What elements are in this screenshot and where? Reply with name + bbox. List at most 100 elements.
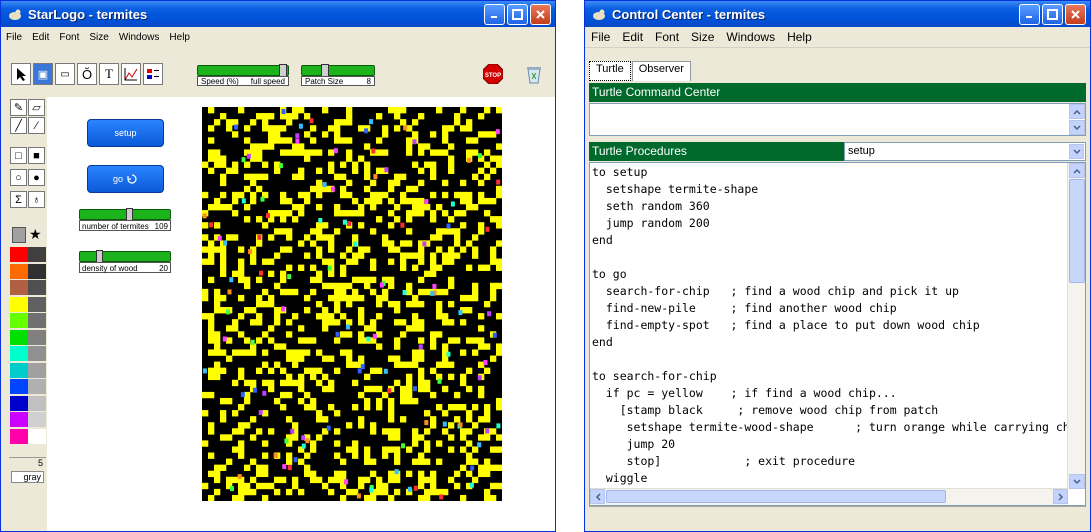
scroll-down-button[interactable] — [1069, 120, 1085, 135]
bar-graph-tool[interactable] — [143, 63, 163, 85]
line-tool[interactable]: ╱ — [10, 117, 27, 134]
wood-chip — [448, 228, 455, 235]
oval-outline-tool[interactable]: ○ — [10, 169, 27, 186]
scroll-left-button[interactable] — [590, 489, 605, 504]
palette-swatch[interactable] — [28, 412, 46, 427]
window-title: StarLogo - termites — [28, 6, 148, 22]
palette-swatch[interactable] — [10, 412, 28, 427]
wood-chip — [496, 143, 502, 150]
palette-swatch[interactable] — [28, 313, 46, 328]
graph-tool[interactable] — [121, 63, 141, 85]
palette-swatch[interactable] — [28, 379, 46, 394]
scroll-up-button[interactable] — [1069, 163, 1085, 178]
stop-button[interactable]: STOP — [483, 64, 503, 84]
rect-fill-tool[interactable]: ■ — [28, 147, 45, 164]
turtle-shape-icon[interactable]: ★ — [29, 226, 42, 243]
menu-windows[interactable]: Windows — [114, 32, 165, 43]
menu-file[interactable]: File — [1, 32, 27, 43]
patch-size-slider[interactable]: Patch Size 8 — [301, 64, 375, 86]
palette-swatch[interactable] — [28, 362, 46, 378]
menu-size[interactable]: Size — [84, 32, 113, 43]
dropdown-button[interactable] — [1069, 144, 1084, 159]
palette-swatch[interactable] — [10, 329, 28, 345]
scroll-up-button[interactable] — [1069, 104, 1085, 119]
wood-chip — [346, 355, 353, 362]
procedure-select[interactable]: setup — [844, 142, 1086, 161]
command-input[interactable] — [589, 103, 1086, 136]
termite — [432, 283, 437, 289]
menu-windows[interactable]: Windows — [720, 30, 781, 44]
oval-fill-tool[interactable]: ● — [28, 169, 45, 186]
starlogo-titlebar[interactable]: StarLogo - termites — [1, 1, 555, 27]
menu-size[interactable]: Size — [685, 30, 720, 44]
vertical-scroll-thumb[interactable] — [1069, 179, 1085, 283]
wood-chip — [472, 246, 479, 253]
procedures-code[interactable]: to setup setshape termite-shape seth ran… — [592, 164, 1067, 489]
palette-swatch[interactable] — [10, 428, 28, 444]
go-button[interactable]: go — [87, 165, 164, 193]
horizontal-scrollbar[interactable] — [590, 488, 1068, 505]
stamp-tool[interactable]: Σ — [10, 191, 27, 208]
procedures-editor[interactable]: to setup setshape termite-shape seth ran… — [589, 162, 1086, 506]
palette-swatch[interactable] — [10, 280, 28, 295]
pointer-tool[interactable] — [11, 63, 31, 85]
slider-tool[interactable]: ▭ — [55, 63, 75, 85]
palette-swatch[interactable] — [10, 346, 28, 361]
palette-swatch[interactable] — [28, 346, 46, 361]
palette-swatch[interactable] — [28, 280, 46, 295]
menu-file[interactable]: File — [585, 30, 616, 44]
palette-swatch[interactable] — [28, 247, 46, 262]
fill-tool[interactable]: ♁ — [28, 191, 45, 208]
palette-swatch[interactable] — [10, 362, 28, 378]
termites-slider[interactable]: number of termites 109 — [79, 208, 171, 231]
wood-chip — [436, 313, 443, 320]
palette-swatch[interactable] — [10, 296, 28, 312]
turtle-tool[interactable]: ▣ — [33, 63, 53, 85]
minimize-button[interactable] — [484, 3, 505, 25]
menu-edit[interactable]: Edit — [616, 30, 649, 44]
menu-help[interactable]: Help — [164, 32, 195, 43]
horizontal-scroll-thumb[interactable] — [606, 490, 946, 503]
maximize-button[interactable] — [507, 3, 528, 25]
vertical-scrollbar[interactable] — [1067, 163, 1085, 489]
menu-font[interactable]: Font — [54, 32, 84, 43]
density-slider[interactable]: density of wood 20 — [79, 250, 171, 273]
text-tool[interactable]: T — [99, 63, 119, 85]
menu-help[interactable]: Help — [781, 30, 818, 44]
palette-swatch[interactable] — [10, 263, 28, 279]
termite — [477, 442, 482, 448]
control-center-titlebar[interactable]: Control Center - termites — [585, 1, 1090, 27]
eraser-tool[interactable]: ▱ — [28, 99, 45, 116]
pen-tool[interactable]: ✎ — [10, 99, 27, 116]
menu-font[interactable]: Font — [649, 30, 685, 44]
rect-outline-tool[interactable]: □ — [10, 147, 27, 164]
tab-observer[interactable]: Observer — [631, 61, 691, 81]
monitor-tool[interactable]: Ŏ — [77, 63, 97, 85]
setup-button[interactable]: setup — [87, 119, 164, 147]
palette-swatch[interactable] — [10, 247, 28, 262]
termite — [412, 139, 417, 145]
scroll-right-button[interactable] — [1053, 489, 1068, 504]
close-button[interactable] — [530, 3, 551, 25]
palette-swatch[interactable] — [28, 263, 46, 279]
close-button[interactable] — [1065, 3, 1086, 25]
palette-swatch[interactable] — [28, 296, 46, 312]
trash-icon[interactable] — [525, 64, 543, 84]
wood-chip — [394, 246, 401, 253]
palette-swatch[interactable] — [28, 329, 46, 345]
maximize-button[interactable] — [1042, 3, 1063, 25]
scroll-down-button[interactable] — [1069, 474, 1085, 489]
minimize-button[interactable] — [1019, 3, 1040, 25]
palette-swatch[interactable] — [28, 395, 46, 411]
eyedropper-tool[interactable]: ⁄ — [28, 117, 45, 134]
menu-edit[interactable]: Edit — [27, 32, 54, 43]
termite-world-view[interactable] — [202, 107, 502, 501]
palette-swatch[interactable] — [10, 379, 28, 394]
palette-swatch[interactable] — [10, 313, 28, 328]
palette-swatch[interactable] — [28, 428, 46, 444]
wood-chip — [250, 458, 257, 465]
palette-swatch[interactable] — [10, 395, 28, 411]
speed-slider[interactable]: Speed (%) full speed — [197, 64, 289, 86]
wood-chip — [220, 203, 227, 211]
tab-turtle[interactable]: Turtle — [589, 61, 631, 81]
